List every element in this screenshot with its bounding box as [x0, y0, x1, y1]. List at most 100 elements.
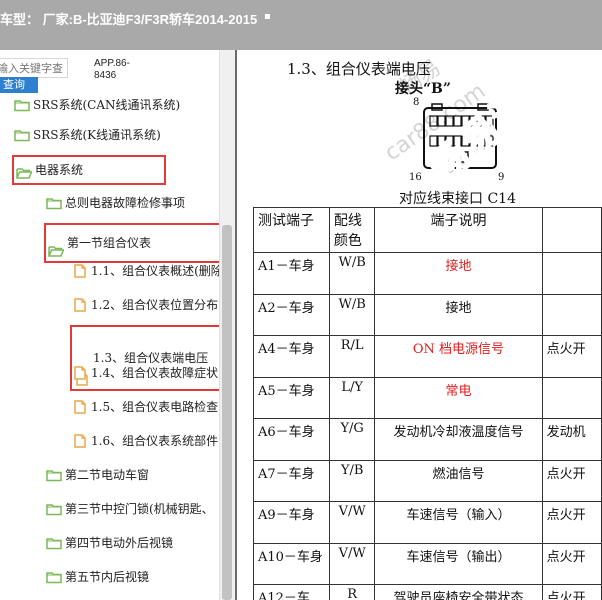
cell-condition — [541, 293, 602, 336]
cell-condition: 点火开 — [541, 584, 602, 600]
cell-wire-color: Y/B — [328, 459, 376, 502]
cell-description: 接地 — [374, 293, 543, 336]
tree-item[interactable]: 第五节内后视镜 — [46, 567, 149, 587]
table-row: A5－车身 L/Y 常电 — [253, 376, 602, 419]
folder-icon — [46, 570, 62, 584]
query-button[interactable]: 查询 — [0, 77, 38, 93]
cell-wire-color: Y/G — [328, 418, 376, 461]
folder-icon — [46, 502, 62, 516]
sidebar: APP.86-8436 查询 SRS系统(CAN线通讯系统) SRS系统(K线通讯… — [0, 50, 235, 600]
table-row: A1－车身 W/B 接地 — [253, 252, 602, 295]
tree-item[interactable]: SRS系统(CAN线通讯系统) — [14, 95, 180, 115]
cell-description: 车速信号（输出） — [374, 542, 543, 585]
document-icon — [72, 297, 88, 312]
cell-wire-color: L/Y — [328, 376, 376, 419]
cell-terminal: A10－车身 — [253, 542, 330, 585]
cell-terminal: A9－车身 — [253, 501, 330, 544]
cell-terminal: A1－车身 — [253, 252, 330, 295]
table-row: A10－车身 V/W 车速信号（输出） 点火开 — [253, 542, 602, 585]
column-header-condition — [541, 207, 602, 253]
folder-icon — [14, 98, 30, 112]
connector-caption: 对应线束接口 C14 — [399, 191, 516, 207]
cell-terminal: A7－车身 — [253, 459, 330, 502]
cell-wire-color: V/W — [328, 542, 376, 585]
tree-item-label: 总则电器故障检修事项 — [65, 196, 186, 210]
cell-description: 常电 — [374, 376, 543, 419]
document-icon — [72, 365, 88, 380]
tree-item-label: 1.5、组合仪表电路检查 — [91, 400, 219, 414]
folder-icon — [46, 196, 62, 210]
folder-icon — [14, 128, 30, 142]
cell-condition: 发动机 — [541, 418, 602, 461]
cell-terminal: A12－车 — [253, 584, 330, 600]
table-row: A2－车身 W/B 接地 — [253, 293, 602, 336]
tree-item-label: SRS系统(CAN线通讯系统) — [33, 98, 181, 112]
table-row: A12－车 R 驾驶员座椅安全带状态 点火开 — [253, 584, 602, 600]
cell-terminal: A4－车身 — [253, 335, 330, 378]
tree-item[interactable]: 总则电器故障检修事项 — [46, 193, 185, 213]
tree-item-label: 1.4、组合仪表故障症状 — [91, 366, 219, 380]
cell-terminal: A5－车身 — [253, 376, 330, 419]
tree-item-label: 第二节电动车窗 — [65, 468, 150, 482]
tree-item[interactable]: SRS系统(K线通讯系统) — [14, 125, 161, 145]
tree-item-label: SRS系统(K线通讯系统) — [33, 128, 161, 142]
document-icon — [72, 263, 88, 278]
tree-item-label: 第三节中控门锁(机械钥匙、 — [65, 502, 214, 516]
cell-description: 接地 — [374, 252, 543, 295]
tree-item[interactable]: 1.4、组合仪表故障症状 — [72, 363, 218, 383]
cell-condition — [541, 252, 602, 295]
cell-condition: 点火开 — [541, 501, 602, 544]
cell-condition: 点火开 — [541, 335, 602, 378]
tree-item[interactable]: 1.6、组合仪表系统部件 — [72, 431, 218, 451]
tree-item[interactable]: 第三节中控门锁(机械钥匙、 — [46, 499, 214, 519]
tree-item[interactable]: 电器系统 — [12, 155, 166, 185]
cell-wire-color: V/W — [328, 501, 376, 544]
title-bar: 车型： 厂家:B-比亚迪F3/F3R轿车2014-2015 ▪ — [0, 0, 602, 50]
folder-icon — [46, 536, 62, 550]
tree-item[interactable]: 第二节电动车窗 — [46, 465, 149, 485]
cell-description: ON 档电源信号 — [374, 335, 543, 378]
cell-wire-color: R/L — [328, 335, 376, 378]
folder-open-icon — [16, 163, 33, 179]
search-input[interactable] — [0, 58, 68, 78]
tree-item[interactable]: 1.2、组合仪表位置分布 — [72, 295, 218, 315]
connector-label: 接头“B” — [395, 81, 451, 97]
app-info: APP.86-8436 — [94, 58, 130, 81]
tree-item-label: 1.2、组合仪表位置分布 — [91, 298, 219, 312]
cell-terminal: A6－车身 — [253, 418, 330, 461]
tree-item[interactable]: 第四节电动外后视镜 — [46, 533, 173, 553]
cell-wire-color: W/B — [328, 252, 376, 295]
cell-wire-color: W/B — [328, 293, 376, 336]
section-heading: 1.3、组合仪表端电压 — [287, 60, 431, 78]
tree-item[interactable]: 1.5、组合仪表电路检查 — [72, 397, 218, 417]
folder-icon — [46, 468, 62, 482]
cell-condition — [541, 376, 602, 419]
cell-description: 驾驶员座椅安全带状态 — [374, 584, 543, 600]
cell-description: 车速信号（输入） — [374, 501, 543, 544]
column-header-description: 端子说明 — [374, 207, 543, 253]
cell-condition: 点火开 — [541, 459, 602, 502]
column-header-terminal: 测试端子 — [253, 207, 330, 253]
terminal-voltage-table: 测试端子 配线颜色 端子说明 A1－车身 W/B 接地 A2－车身 W/B 接地 A4－车身… — [253, 207, 602, 600]
tree-item-label: 第五节内后视镜 — [65, 570, 150, 584]
tree-item[interactable]: 第一节组合仪表 — [44, 223, 228, 263]
vehicle-title: 车型： 厂家:B-比亚迪F3/F3R轿车2014-2015 — [0, 12, 258, 27]
cell-description: 发动机冷却液温度信号 — [374, 418, 543, 461]
tree-item-label: 第四节电动外后视镜 — [65, 536, 174, 550]
title-mark: ▪ — [264, 11, 271, 22]
table-header-row: 测试端子 配线颜色 端子说明 — [253, 207, 602, 253]
cell-wire-color: R — [328, 584, 376, 600]
document-icon — [72, 433, 88, 448]
table-row: A6－车身 Y/G 发动机冷却液温度信号 发动机 — [253, 418, 602, 461]
tree-item-label: 电器系统 — [35, 163, 84, 177]
scrollbar-thumb[interactable] — [222, 225, 232, 600]
document-icon — [72, 399, 88, 414]
cell-condition: 点火开 — [541, 542, 602, 585]
cell-terminal: A2－车身 — [253, 293, 330, 336]
tree-item[interactable]: 1.1、组合仪表概述(删除 — [72, 261, 223, 281]
column-header-wire-color: 配线颜色 — [328, 207, 376, 253]
table-row: A7－车身 Y/B 燃油信号 点火开 — [253, 459, 602, 502]
table-row: A4－车身 R/L ON 档电源信号 点火开 — [253, 335, 602, 378]
tree-item-label: 1.6、组合仪表系统部件 — [91, 434, 219, 448]
document-viewer: 畅易 car88.com 02-25 1.3、组合仪表端电压 接头“B” 8 1… — [235, 50, 602, 600]
